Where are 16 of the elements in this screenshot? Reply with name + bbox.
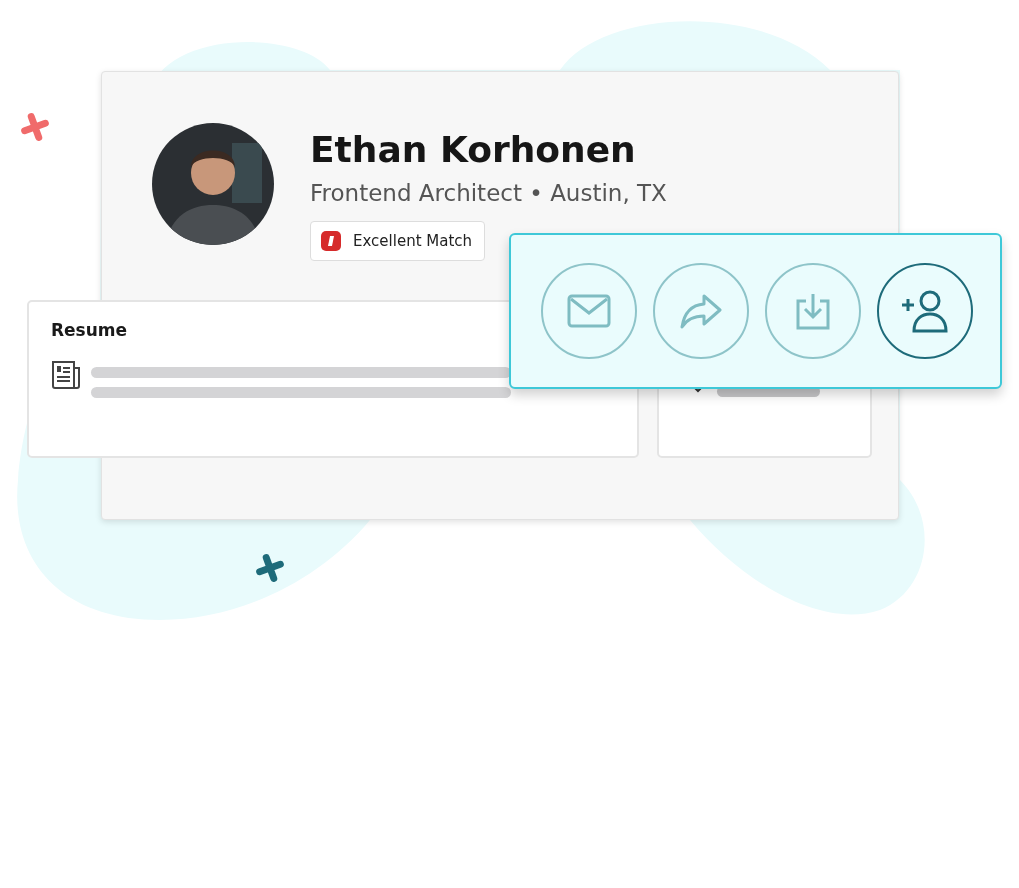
share-icon [680, 293, 722, 329]
download-button[interactable] [765, 263, 861, 359]
badge-label: Excellent Match [353, 232, 473, 250]
share-button[interactable] [653, 263, 749, 359]
document-icon [51, 360, 81, 390]
candidate-name: Ethan Korhonen [310, 128, 636, 172]
candidate-subtitle: Frontend Architect • Austin, TX [310, 179, 667, 208]
plus-icon [20, 112, 50, 142]
add-user-icon [900, 289, 950, 333]
mail-icon [567, 294, 611, 328]
plus-icon [255, 553, 285, 583]
add-user-button[interactable] [877, 263, 973, 359]
logo-icon [321, 231, 341, 251]
download-icon [795, 291, 831, 331]
resume-title: Resume [51, 320, 129, 340]
mail-button[interactable] [541, 263, 637, 359]
